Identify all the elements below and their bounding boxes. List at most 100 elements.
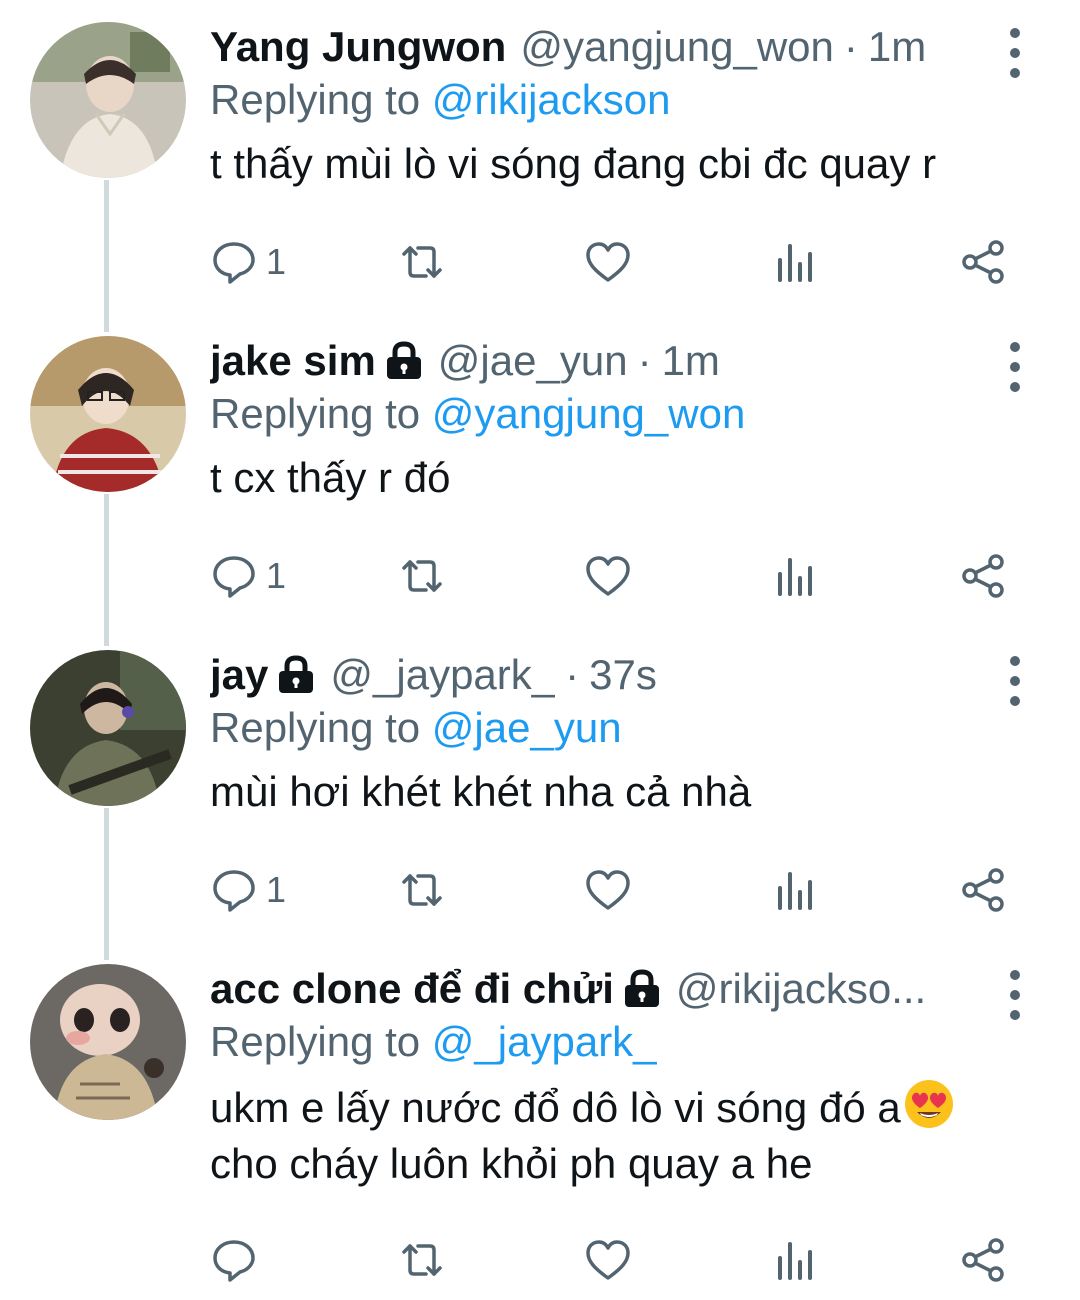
- heart-eyes-emoji-icon: [903, 1078, 955, 1130]
- avatar[interactable]: [30, 22, 186, 178]
- replying-prefix: Replying to: [210, 704, 421, 751]
- reply-button[interactable]: 1: [210, 234, 286, 290]
- timestamp[interactable]: 1m: [662, 335, 720, 387]
- lock-icon: [622, 969, 662, 1009]
- tweet-text-line-2: cho cháy luôn khỏi ph quay a he: [210, 1140, 813, 1187]
- retweet-button[interactable]: [398, 234, 446, 290]
- replying-to-mention[interactable]: @jae_yun: [432, 704, 622, 751]
- tweet-body: Yang Jungwon @yangjung_won · 1m Replying…: [210, 20, 1010, 192]
- retweet-icon: [402, 874, 442, 906]
- user-handle[interactable]: @yangjung_won: [520, 21, 834, 73]
- like-button[interactable]: [584, 862, 632, 918]
- analytics-icon: [778, 244, 812, 282]
- retweet-icon: [402, 560, 442, 592]
- analytics-button[interactable]: [772, 548, 820, 604]
- replying-to-mention[interactable]: @yangjung_won: [432, 390, 746, 437]
- like-icon: [586, 242, 630, 282]
- tweet-header: jay @_jaypark_ · 37s: [210, 648, 1010, 702]
- share-icon: [962, 868, 1004, 912]
- avatar-image: [30, 964, 186, 1120]
- replying-prefix: Replying to: [210, 390, 421, 437]
- display-name[interactable]: jay: [210, 649, 268, 701]
- user-handle[interactable]: @_jaypark_: [330, 649, 555, 701]
- tweet-text-line: ukm e lấy nước đổ dô lò vi sóng đó a: [210, 1078, 1010, 1136]
- analytics-button[interactable]: [772, 234, 820, 290]
- user-handle[interactable]: @jae_yun: [438, 335, 628, 387]
- reply-count: 1: [266, 555, 287, 596]
- reply-icon: [213, 1240, 255, 1282]
- share-button[interactable]: [960, 234, 1008, 290]
- like-button[interactable]: [584, 234, 632, 290]
- retweet-icon: [402, 1244, 442, 1276]
- replying-prefix: Replying to: [210, 76, 421, 123]
- reply-icon: [213, 556, 255, 598]
- tweet-header: acc clone để đi chửi @rikijackso...: [210, 962, 1010, 1016]
- analytics-button[interactable]: [772, 862, 820, 918]
- replying-to-mention[interactable]: @rikijackson: [432, 76, 671, 123]
- retweet-button[interactable]: [398, 862, 446, 918]
- share-button[interactable]: [960, 862, 1008, 918]
- share-icon: [962, 554, 1004, 598]
- tweet-text: mùi hơi khét khét nha cả nhà: [210, 768, 752, 815]
- reply-count: 1: [266, 241, 287, 282]
- tweet[interactable]: acc clone để đi chửi @rikijackso... Repl…: [0, 942, 1080, 1300]
- like-button[interactable]: [584, 1232, 632, 1288]
- tweet-body: jake sim @jae_yun · 1m Replying to @yang…: [210, 334, 1010, 506]
- analytics-icon: [778, 872, 812, 910]
- share-button[interactable]: [960, 1232, 1008, 1288]
- avatar[interactable]: [30, 964, 186, 1120]
- timestamp[interactable]: 1m: [868, 21, 926, 73]
- display-name[interactable]: acc clone để đi chửi: [210, 963, 614, 1015]
- more-icon[interactable]: [1000, 342, 1030, 392]
- retweet-icon: [402, 246, 442, 278]
- tweet-header: Yang Jungwon @yangjung_won · 1m: [210, 20, 1010, 74]
- tweet-header: jake sim @jae_yun · 1m: [210, 334, 1010, 388]
- reply-count: 1: [266, 869, 287, 910]
- avatar[interactable]: [30, 336, 186, 492]
- replying-to: Replying to @rikijackson: [210, 74, 1010, 126]
- share-button[interactable]: [960, 548, 1008, 604]
- more-icon[interactable]: [1000, 970, 1030, 1020]
- reply-button[interactable]: 1: [210, 548, 286, 604]
- separator-dot: ·: [843, 23, 858, 70]
- display-name[interactable]: Yang Jungwon: [210, 21, 506, 73]
- reply-icon: [213, 242, 255, 284]
- lock-icon: [276, 655, 316, 695]
- tweet-text: ukm e lấy nước đổ dô lò vi sóng đó a cho…: [210, 1078, 1010, 1192]
- display-name[interactable]: jake sim: [210, 335, 376, 387]
- like-button[interactable]: [584, 548, 632, 604]
- action-bar: 1: [210, 234, 1030, 290]
- tweet[interactable]: jake sim @jae_yun · 1m Replying to @yang…: [0, 314, 1080, 628]
- tweet-text: t cx thấy r đó: [210, 454, 451, 501]
- tweet-text-line-1: ukm e lấy nước đổ dô lò vi sóng đó a: [210, 1084, 901, 1131]
- like-icon: [586, 870, 630, 910]
- tweet-body: jay @_jaypark_ · 37s Replying to @jae_yu…: [210, 648, 1010, 820]
- tweet-text: t thấy mùi lò vi sóng đang cbi đc quay r: [210, 140, 937, 187]
- user-handle[interactable]: @rikijackso...: [676, 963, 926, 1015]
- more-icon[interactable]: [1000, 656, 1030, 706]
- lock-icon: [384, 341, 424, 381]
- analytics-button[interactable]: [772, 1232, 820, 1288]
- reply-button[interactable]: [210, 1232, 258, 1288]
- action-bar: 1: [210, 862, 1030, 918]
- tweet[interactable]: jay @_jaypark_ · 37s Replying to @jae_yu…: [0, 628, 1080, 942]
- action-bar: [210, 1232, 1030, 1288]
- reply-thread: Yang Jungwon @yangjung_won · 1m Replying…: [0, 0, 1080, 1300]
- replying-to-mention[interactable]: @_jaypark_: [432, 1018, 657, 1065]
- replying-to: Replying to @_jaypark_: [210, 1016, 1010, 1068]
- more-icon[interactable]: [1000, 28, 1030, 78]
- replying-to: Replying to @yangjung_won: [210, 388, 1010, 440]
- like-icon: [586, 1240, 630, 1280]
- tweet[interactable]: Yang Jungwon @yangjung_won · 1m Replying…: [0, 0, 1080, 314]
- replying-prefix: Replying to: [210, 1018, 421, 1065]
- reply-button[interactable]: 1: [210, 862, 286, 918]
- separator-dot: ·: [565, 651, 580, 698]
- retweet-button[interactable]: [398, 1232, 446, 1288]
- timestamp[interactable]: 37s: [589, 649, 657, 701]
- retweet-button[interactable]: [398, 548, 446, 604]
- avatar[interactable]: [30, 650, 186, 806]
- replying-to: Replying to @jae_yun: [210, 702, 1010, 754]
- avatar-image: [30, 650, 186, 806]
- action-bar: 1: [210, 548, 1030, 604]
- separator-dot: ·: [637, 337, 652, 384]
